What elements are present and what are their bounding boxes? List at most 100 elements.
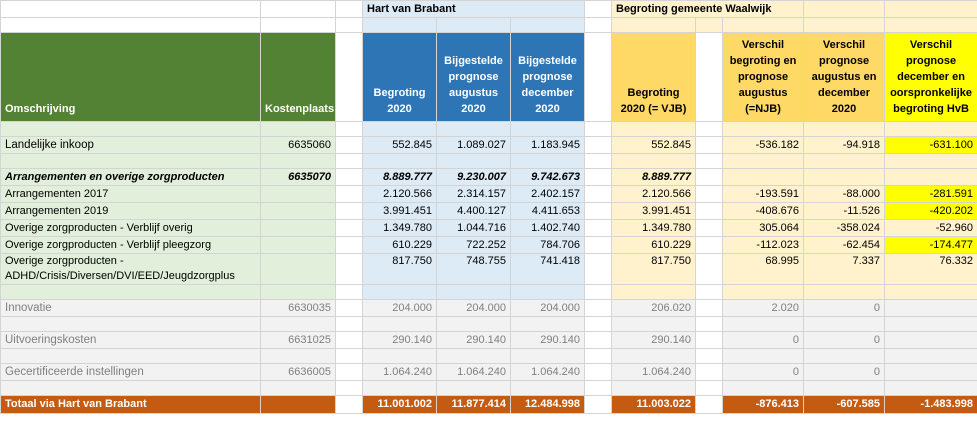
- cell[interactable]: [884, 348, 977, 364]
- value-cell[interactable]: -358.024: [803, 219, 886, 237]
- cell[interactable]: [611, 316, 696, 332]
- cell[interactable]: [584, 236, 612, 254]
- cell[interactable]: [335, 331, 363, 349]
- cell[interactable]: [335, 348, 363, 364]
- cell[interactable]: [510, 348, 585, 364]
- cell[interactable]: [510, 153, 585, 169]
- cell[interactable]: [584, 168, 612, 186]
- cell[interactable]: [510, 17, 585, 33]
- value-cell[interactable]: 76.332: [884, 253, 977, 285]
- cell[interactable]: [260, 316, 336, 332]
- cell[interactable]: [695, 331, 723, 349]
- value-cell[interactable]: 1.402.740: [510, 219, 585, 237]
- cell[interactable]: [584, 219, 612, 237]
- header-begroting-2020[interactable]: Begroting 2020: [362, 32, 437, 122]
- cell[interactable]: [695, 17, 723, 33]
- cell[interactable]: [721, 316, 805, 332]
- value-cell[interactable]: 722.252: [436, 236, 511, 254]
- row-label[interactable]: Landelijke inkoop: [0, 136, 261, 154]
- cell[interactable]: [584, 185, 612, 203]
- row-label[interactable]: Innovatie: [0, 299, 261, 317]
- value-cell[interactable]: 610.229: [362, 236, 437, 254]
- cell[interactable]: [260, 17, 336, 33]
- total-value[interactable]: 11.877.414: [436, 395, 511, 414]
- cell[interactable]: [436, 380, 511, 396]
- value-cell[interactable]: 290.140: [611, 331, 696, 349]
- value-cell[interactable]: 1.044.716: [436, 219, 511, 237]
- cell[interactable]: [584, 363, 612, 381]
- cell[interactable]: [611, 17, 696, 33]
- value-cell[interactable]: 1.064.240: [362, 363, 437, 381]
- cell[interactable]: [362, 284, 437, 300]
- value-cell[interactable]: 1.064.240: [510, 363, 585, 381]
- value-cell[interactable]: 2.402.157: [510, 185, 585, 203]
- cell[interactable]: [0, 121, 261, 137]
- value-cell[interactable]: 552.845: [611, 136, 696, 154]
- cell[interactable]: [695, 299, 723, 317]
- cell[interactable]: [803, 284, 886, 300]
- cell[interactable]: [584, 316, 612, 332]
- cell[interactable]: [335, 17, 363, 33]
- cell[interactable]: [362, 153, 437, 169]
- cell[interactable]: [260, 380, 336, 396]
- kostenplaats-cell[interactable]: 6630035: [260, 299, 336, 317]
- cell[interactable]: [884, 0, 977, 18]
- cell[interactable]: [884, 121, 977, 137]
- value-cell[interactable]: 2.020: [721, 299, 805, 317]
- kostenplaats-cell[interactable]: 6636005: [260, 363, 336, 381]
- cell[interactable]: [510, 316, 585, 332]
- value-cell[interactable]: 748.755: [436, 253, 511, 285]
- value-cell[interactable]: -94.918: [803, 136, 886, 154]
- cell[interactable]: [803, 121, 886, 137]
- cell[interactable]: [335, 395, 363, 414]
- cell[interactable]: [884, 363, 977, 381]
- value-cell[interactable]: 290.140: [510, 331, 585, 349]
- cell[interactable]: [803, 168, 886, 186]
- cell[interactable]: [584, 380, 612, 396]
- kostenplaats-cell[interactable]: 6635070: [260, 168, 336, 186]
- header-omschrijving[interactable]: Omschrijving: [0, 32, 261, 122]
- value-cell[interactable]: -62.454: [803, 236, 886, 254]
- cell[interactable]: [721, 153, 805, 169]
- cell[interactable]: [695, 153, 723, 169]
- group-hart-van-brabant[interactable]: Hart van Brabant: [362, 0, 585, 18]
- value-cell[interactable]: -88.000: [803, 185, 886, 203]
- row-label[interactable]: Arrangementen en overige zorgproducten: [0, 168, 261, 186]
- total-value[interactable]: -607.585: [803, 395, 886, 414]
- cell[interactable]: [803, 153, 886, 169]
- cell[interactable]: [584, 153, 612, 169]
- cell[interactable]: [721, 17, 805, 33]
- row-label[interactable]: Uitvoeringskosten: [0, 331, 261, 349]
- cell[interactable]: [436, 348, 511, 364]
- value-cell[interactable]: 305.064: [721, 219, 805, 237]
- cell[interactable]: [884, 331, 977, 349]
- cell[interactable]: [335, 136, 363, 154]
- cell[interactable]: [436, 284, 511, 300]
- cell[interactable]: [260, 395, 336, 414]
- cell[interactable]: [884, 284, 977, 300]
- value-cell[interactable]: 7.337: [803, 253, 886, 285]
- kostenplaats-cell[interactable]: 6635060: [260, 136, 336, 154]
- value-cell[interactable]: -11.526: [803, 202, 886, 220]
- cell[interactable]: [436, 121, 511, 137]
- value-cell[interactable]: -408.676: [721, 202, 805, 220]
- cell[interactable]: [695, 168, 723, 186]
- cell[interactable]: [335, 185, 363, 203]
- total-value[interactable]: -1.483.998: [884, 395, 977, 414]
- value-cell[interactable]: 1.349.780: [362, 219, 437, 237]
- cell[interactable]: [0, 316, 261, 332]
- cell[interactable]: [695, 32, 723, 122]
- total-value[interactable]: 12.484.998: [510, 395, 585, 414]
- value-cell[interactable]: 817.750: [362, 253, 437, 285]
- cell[interactable]: [510, 284, 585, 300]
- cell[interactable]: [335, 219, 363, 237]
- cell[interactable]: [584, 121, 612, 137]
- cell[interactable]: [260, 284, 336, 300]
- cell[interactable]: [362, 17, 437, 33]
- value-cell[interactable]: -193.591: [721, 185, 805, 203]
- value-cell[interactable]: 9.742.673: [510, 168, 585, 186]
- cell[interactable]: [335, 236, 363, 254]
- cell[interactable]: [260, 185, 336, 203]
- value-cell[interactable]: 9.230.007: [436, 168, 511, 186]
- cell[interactable]: [584, 395, 612, 414]
